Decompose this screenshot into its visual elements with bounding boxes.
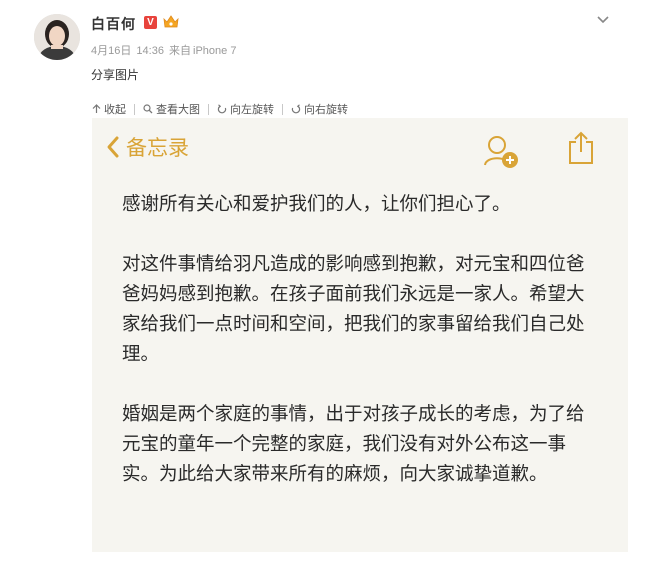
rotate-left-label: 向左旋转 [230,103,274,116]
post-text: 分享图片 [91,68,140,82]
note-body: 感谢所有关心和爱护我们的人，让你们担心了。 对这件事情给羽凡造成的影响感到抱歉，… [122,190,602,520]
image-toolbar: 收起 查看大图 向左旋转 向右旋转 [92,100,348,118]
rotate-right-label: 向右旋转 [304,103,348,116]
collapse-label: 收起 [104,103,126,116]
rotate-left-icon [217,104,227,114]
notes-back-label: 备忘录 [126,136,189,160]
note-paragraph: 感谢所有关心和爱护我们的人，让你们担心了。 [122,194,511,215]
chevron-down-icon[interactable] [594,12,612,26]
toolbar-divider [282,103,283,115]
post-meta: 4月16日 14:36 来自 iPhone 7 [91,42,238,58]
post-source-prefix: 来自 [169,45,192,57]
rotate-right-button[interactable]: 向右旋转 [291,101,348,117]
rotate-right-icon [291,104,301,114]
post-time[interactable]: 14:36 [136,45,164,57]
post-source-device[interactable]: iPhone 7 [193,45,236,57]
toolbar-divider [208,103,209,115]
toolbar-divider [134,103,135,115]
share-icon[interactable] [566,130,596,170]
add-person-icon[interactable] [482,134,522,174]
notes-back-button[interactable]: 备忘录 [106,132,189,162]
view-large-label: 查看大图 [156,103,200,116]
collapse-button[interactable]: 收起 [92,101,126,117]
note-paragraph: 婚姻是两个家庭的事情，出于对孩子成长的考虑，为了给元宝的童年一个完整的家庭，我们… [122,404,585,485]
vip-crown-icon [162,13,180,35]
chevron-left-icon [107,136,119,158]
avatar[interactable] [34,14,80,60]
arrow-up-icon [92,104,101,113]
post-date[interactable]: 4月16日 [91,45,131,57]
view-large-button[interactable]: 查看大图 [143,101,200,117]
verified-badge: V [144,16,157,29]
note-paragraph: 对这件事情给羽凡造成的影响感到抱歉，对元宝和四位爸爸妈妈感到抱歉。在孩子面前我们… [122,254,585,365]
shared-image[interactable]: 备忘录 感谢所有关心和爱护我们的人，让你们担心了。 对这件事情给羽凡造成的影响感… [92,118,628,552]
author-name[interactable]: 白百何 [91,14,136,34]
rotate-left-button[interactable]: 向左旋转 [217,101,274,117]
magnifier-icon [143,104,153,114]
